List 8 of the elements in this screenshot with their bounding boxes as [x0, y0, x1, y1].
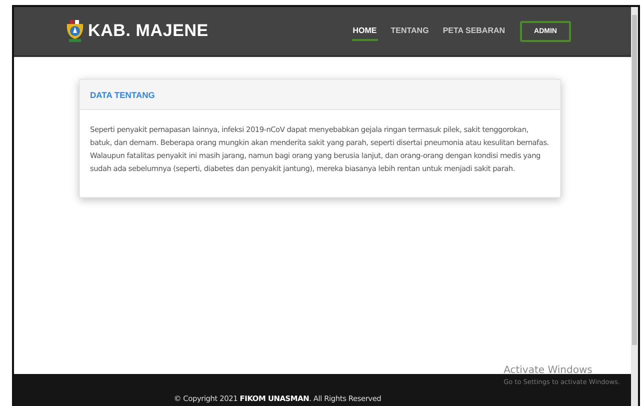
card-title: DATA TENTANG — [90, 90, 155, 100]
nav-link[interactable]: TENTANG — [390, 22, 430, 40]
site-title: KAB. MAJENE — [88, 21, 208, 41]
scrollbar[interactable] — [631, 7, 638, 406]
emblem-icon — [66, 19, 84, 43]
activation-title: Activate Windows — [504, 365, 594, 376]
nav-link[interactable]: PETA SEBARAN — [442, 22, 506, 40]
nav-link[interactable]: HOME — [352, 22, 378, 40]
